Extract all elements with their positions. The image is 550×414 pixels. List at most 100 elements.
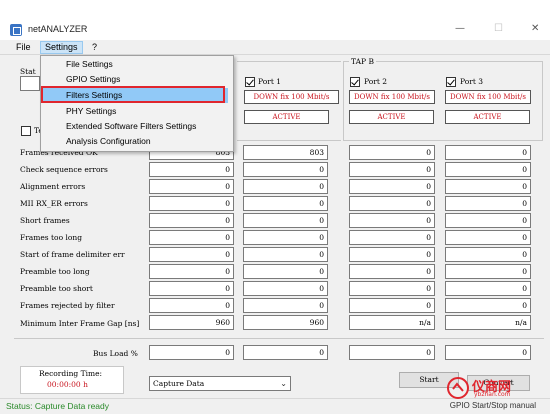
port2-link-status: DOWN fix 100 Mbit/s [349, 90, 435, 104]
port2-checkbox[interactable] [350, 77, 360, 87]
port1-name: Port 1 [258, 77, 282, 86]
stat-value: 0 [243, 213, 328, 228]
menu-settings[interactable]: Settings [40, 41, 83, 54]
row-label: Check sequence errors [20, 165, 108, 174]
stat-value: 0 [149, 230, 234, 245]
port1-checkbox[interactable] [245, 77, 255, 87]
row-label: Minimum Inter Frame Gap [ns] [20, 319, 140, 328]
menu-item-filters-settings[interactable]: Filters Settings [43, 88, 228, 103]
stat-value: 0 [349, 179, 435, 194]
recording-time: 00:00:00 h [47, 380, 88, 389]
stat-value: 0 [445, 281, 531, 296]
stat-value: 0 [445, 145, 531, 160]
port1-state: ACTIVE [244, 110, 329, 124]
stat-value: 0 [349, 213, 435, 228]
stat-value: 0 [445, 196, 531, 211]
menu-item-gpio-settings[interactable]: GPIO Settings [41, 72, 233, 87]
port3-checkbox[interactable] [446, 77, 456, 87]
stat-value: 0 [149, 213, 234, 228]
row-label: Alignment errors [20, 182, 86, 191]
status-field [20, 76, 40, 91]
minimize-button[interactable]: — [455, 23, 465, 34]
status-text: Status: Capture Data ready [6, 401, 110, 411]
stat-value: 0 [243, 230, 328, 245]
stat-value: 0 [445, 179, 531, 194]
window-title: netANALYZER [28, 24, 88, 34]
port3-name: Port 3 [460, 77, 484, 86]
stat-value: 0 [243, 179, 328, 194]
stat-value: 0 [243, 196, 328, 211]
stat-value: 0 [445, 162, 531, 177]
stat-value: 0 [349, 247, 435, 262]
row-label: Preamble too short [20, 284, 93, 293]
stat-value: 0 [149, 162, 234, 177]
row-label: Preamble too long [20, 267, 90, 276]
settings-dropdown-menu: File Settings GPIO Settings Filters Sett… [40, 55, 234, 152]
stat-value: 960 [243, 315, 328, 330]
row-label: MII RX_ER errors [20, 199, 88, 208]
bus-load-value: 0 [349, 345, 435, 360]
recording-panel: Recording Time: 00:00:00 h [20, 366, 124, 394]
gpio-mode-text: GPIO Start/Stop manual [449, 401, 536, 410]
tap-b-label: TAP B [349, 57, 376, 66]
stat-value: 0 [349, 162, 435, 177]
bus-load-value: 0 [445, 345, 531, 360]
status-label: Stat [20, 67, 36, 76]
stat-value: 0 [243, 162, 328, 177]
watermark-url: ybzhan.com [474, 391, 511, 398]
port2-name: Port 2 [364, 77, 388, 86]
menu-help[interactable]: ? [88, 41, 101, 54]
chevron-down-icon: ⌄ [280, 379, 287, 388]
stat-value: 0 [349, 196, 435, 211]
bus-load-value: 0 [243, 345, 328, 360]
divider [14, 338, 544, 339]
stat-value: 0 [149, 281, 234, 296]
stat-value: 0 [243, 264, 328, 279]
menu-item-analysis-configuration[interactable]: Analysis Configuration [41, 134, 233, 149]
stat-value: 0 [349, 230, 435, 245]
stat-value: 0 [349, 264, 435, 279]
menu-bar: File Settings ? [0, 40, 550, 55]
bus-load-value: 0 [149, 345, 234, 360]
stat-value: 0 [243, 281, 328, 296]
menu-file[interactable]: File [12, 41, 35, 54]
stat-value: 0 [349, 281, 435, 296]
stat-value: 0 [243, 298, 328, 313]
menu-item-file-settings[interactable]: File Settings [41, 57, 233, 72]
stat-value: 0 [445, 298, 531, 313]
menu-item-extended-software-filters[interactable]: Extended Software Filters Settings [41, 119, 233, 134]
stat-value: 803 [243, 145, 328, 160]
stat-value: 0 [349, 298, 435, 313]
stat-value: 0 [445, 230, 531, 245]
row-label: Frames rejected by filter [20, 301, 115, 310]
port3-link-status: DOWN fix 100 Mbit/s [445, 90, 531, 104]
row-label: Short frames [20, 216, 70, 225]
stat-value: 0 [149, 247, 234, 262]
maximize-button[interactable]: ☐ [494, 23, 503, 34]
stat-value: 0 [149, 264, 234, 279]
recording-label: Recording Time: [39, 369, 103, 378]
menu-item-phy-settings[interactable]: PHY Settings [41, 104, 233, 119]
port2-state: ACTIVE [349, 110, 434, 124]
left-checkbox[interactable] [21, 126, 31, 136]
port1-link-status: DOWN fix 100 Mbit/s [244, 90, 339, 104]
row-label: Frames too long [20, 233, 83, 242]
watermark-icon [447, 377, 469, 399]
stat-value: 0 [149, 179, 234, 194]
app-icon [10, 24, 22, 36]
close-button[interactable]: ✕ [531, 23, 539, 34]
watermark-logo: 仪商网 ybzhan.com [446, 376, 546, 402]
capture-mode-select[interactable]: Capture Data ⌄ [149, 376, 291, 391]
stat-value: n/a [445, 315, 531, 330]
row-label: Start of frame delimiter err [20, 250, 125, 259]
stat-value: n/a [349, 315, 435, 330]
bus-load-label: Bus Load % [93, 349, 138, 358]
stat-value: 0 [349, 145, 435, 160]
capture-mode-value: Capture Data [153, 379, 205, 388]
title-bar: netANALYZER — ☐ ✕ [0, 20, 550, 40]
stat-value: 960 [149, 315, 234, 330]
stat-value: 0 [445, 264, 531, 279]
stat-value: 0 [149, 196, 234, 211]
stat-value: 0 [243, 247, 328, 262]
port3-state: ACTIVE [445, 110, 530, 124]
